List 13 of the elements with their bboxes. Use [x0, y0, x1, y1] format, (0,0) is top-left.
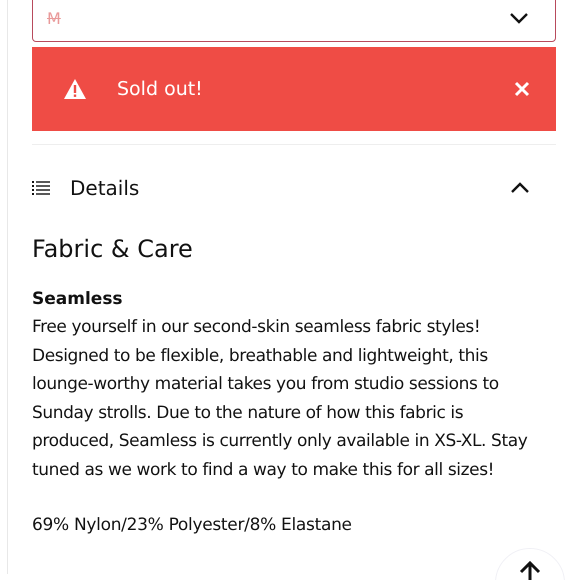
arrow-up-icon: [519, 561, 541, 580]
details-toggle[interactable]: Details: [32, 145, 556, 231]
warning-icon: [63, 78, 87, 100]
close-icon[interactable]: [514, 81, 530, 97]
chevron-up-icon: [510, 182, 530, 194]
fabric-name: Seamless: [32, 288, 124, 311]
fabric-composition: 69% Nylon/23% Polyester/8% Elastane: [32, 514, 353, 537]
section-heading: Fabric & Care: [32, 234, 194, 265]
fabric-description: Free yourself in our second-skin seamless fabric styles! Designed to be flexible, breathable and lightweight, this lounge-worthy material takes you from studio sessions to Sunday strolls. Due to the nature of how this fabric is produced, Seamless is currently only available in XS-XL. Stay tuned as we work to find a way to make this for all sizes!: [32, 316, 528, 482]
list-icon: [32, 181, 50, 195]
chevron-down-icon: [509, 12, 529, 24]
size-value: M: [47, 8, 62, 28]
alert-message: Sold out!: [117, 78, 204, 100]
